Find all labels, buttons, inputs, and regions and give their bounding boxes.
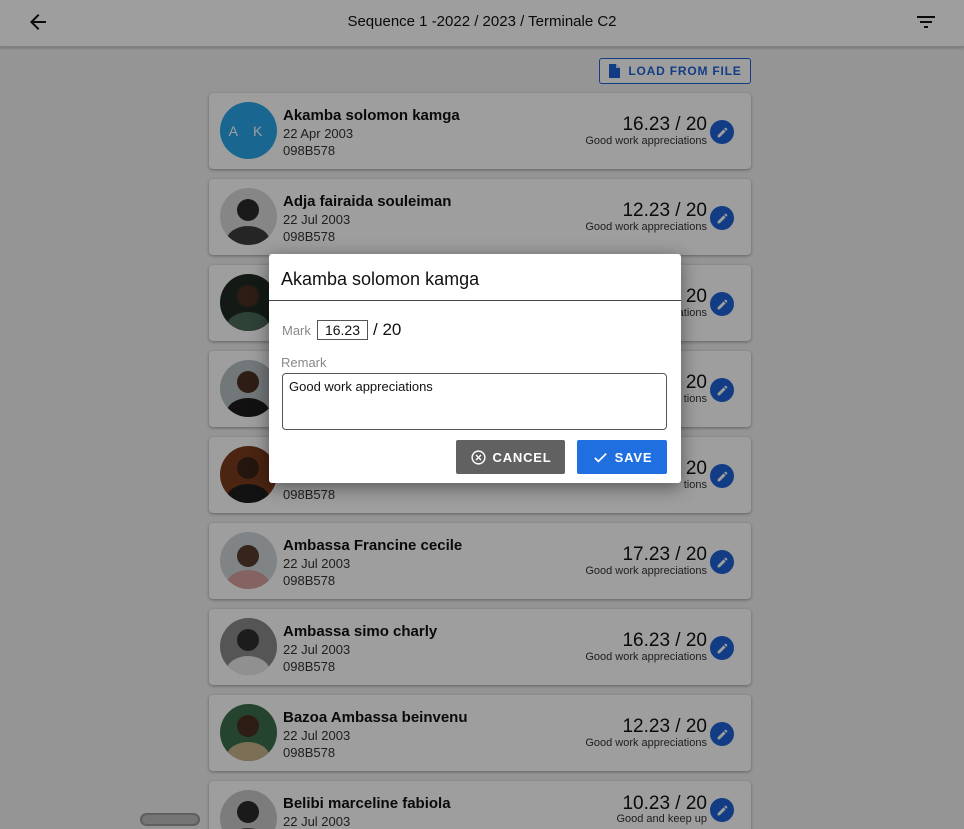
check-icon bbox=[593, 452, 607, 463]
save-button[interactable]: SAVE bbox=[577, 440, 667, 474]
edit-mark-dialog: Akamba solomon kamga Mark / 20 Remark Go… bbox=[269, 254, 681, 483]
cancel-circle-icon bbox=[470, 449, 486, 465]
dialog-title: Akamba solomon kamga bbox=[281, 269, 480, 289]
cancel-label: CANCEL bbox=[492, 449, 552, 465]
dialog-divider bbox=[269, 300, 681, 301]
mark-total: / 20 bbox=[373, 320, 402, 339]
remark-label: Remark bbox=[281, 355, 327, 370]
cancel-button[interactable]: CANCEL bbox=[456, 440, 565, 474]
mark-label: Mark bbox=[282, 323, 311, 338]
save-label: SAVE bbox=[614, 449, 653, 465]
remark-input[interactable]: Good work appreciations bbox=[282, 373, 667, 430]
mark-input[interactable] bbox=[317, 320, 368, 340]
